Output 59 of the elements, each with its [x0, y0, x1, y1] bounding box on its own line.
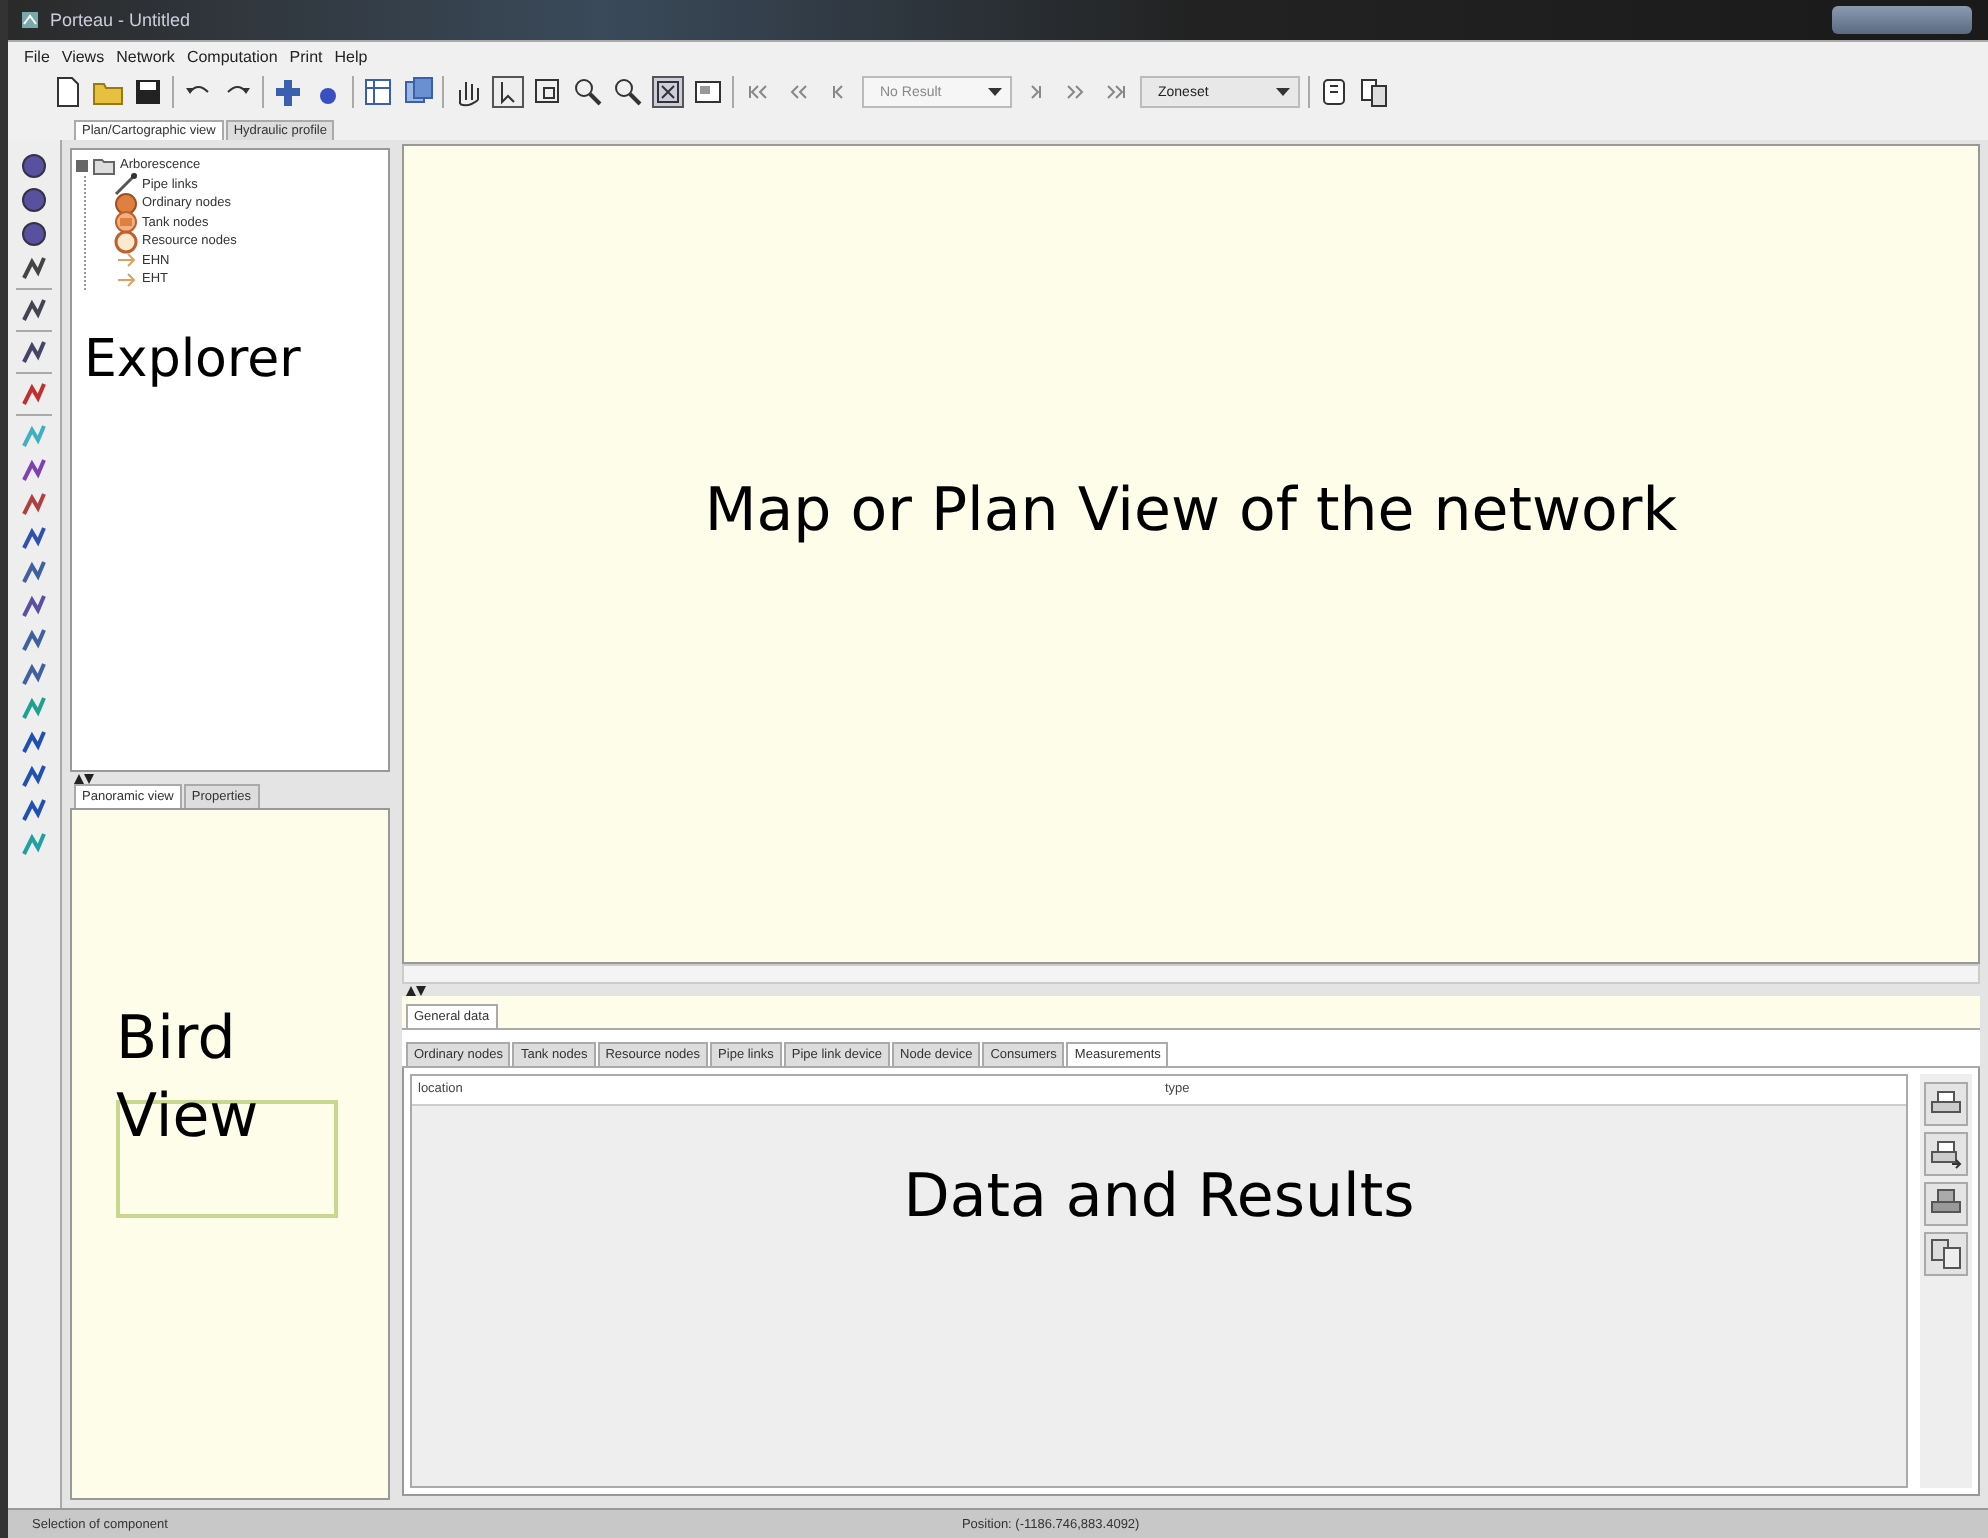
- menu-item[interactable]: Network: [116, 47, 175, 65]
- network-tool-icon[interactable]: [20, 728, 48, 756]
- zoom-box-icon[interactable]: [532, 76, 564, 108]
- explorer-label: Explorer: [84, 329, 301, 389]
- new-file-icon[interactable]: [52, 76, 84, 108]
- network-tool-icon[interactable]: [20, 380, 48, 408]
- folder-icon: [92, 153, 116, 178]
- printer-button[interactable]: [1924, 1182, 1968, 1226]
- frame-icon[interactable]: [692, 76, 724, 108]
- data-results-label: Data and Results: [903, 1162, 1415, 1236]
- network-tool-icon[interactable]: [20, 660, 48, 688]
- dropdown-arrow-icon[interactable]: [1276, 88, 1290, 96]
- network-tool-icon[interactable]: [20, 592, 48, 620]
- app-icon: [20, 10, 40, 30]
- bird-view-label: Bird View: [116, 1002, 261, 1156]
- pages-icon[interactable]: [1358, 76, 1390, 108]
- splitter-arrows-icon[interactable]: [74, 773, 94, 783]
- save-icon[interactable]: [132, 76, 164, 108]
- pointer-icon[interactable]: [492, 76, 524, 108]
- menu-item[interactable]: File: [24, 47, 50, 65]
- node-tool-icon[interactable]: [20, 186, 48, 214]
- network-tool-icon[interactable]: [20, 456, 48, 484]
- menu-item[interactable]: Views: [61, 47, 105, 65]
- printer-arrow-icon: [1928, 1136, 1964, 1172]
- network-tool-icon[interactable]: [20, 796, 48, 824]
- ring-icon: [114, 229, 138, 254]
- arrow-icon: [114, 267, 138, 292]
- network-tool-icon[interactable]: [20, 558, 48, 586]
- splitter-arrows-icon[interactable]: [406, 985, 426, 995]
- copy-button[interactable]: [1924, 1232, 1968, 1276]
- network-tool-icon[interactable]: [20, 762, 48, 790]
- collapse-toggle[interactable]: [76, 159, 88, 172]
- network-tool-icon[interactable]: [20, 490, 48, 518]
- network-tool-icon[interactable]: [20, 296, 48, 324]
- printer-button[interactable]: [1924, 1082, 1968, 1126]
- printer-arrow-button[interactable]: [1924, 1132, 1968, 1176]
- network-tool-icon[interactable]: [20, 626, 48, 654]
- map-view[interactable]: Map or Plan View of the network: [402, 144, 1980, 964]
- network-tool-icon[interactable]: [20, 254, 48, 282]
- horizontal-scrollbar[interactable]: [402, 964, 1980, 984]
- tank-icon: [114, 210, 138, 235]
- zoom-in-icon[interactable]: [572, 76, 604, 108]
- network-tool-icon[interactable]: [20, 338, 48, 366]
- menu-item[interactable]: Computation: [186, 47, 278, 65]
- window-title: Porteau - Untitled: [50, 10, 191, 30]
- table-icon[interactable]: [362, 76, 394, 108]
- zoom-extent-icon[interactable]: [652, 76, 684, 108]
- node-tool-icon[interactable]: [20, 220, 48, 248]
- copy-icon: [1928, 1236, 1964, 1272]
- menu-item[interactable]: Help: [334, 47, 368, 65]
- menu-item[interactable]: Print: [289, 47, 323, 65]
- node-tool-icon[interactable]: [20, 152, 48, 180]
- pipe-icon: [114, 172, 138, 197]
- windows-icon[interactable]: [402, 76, 434, 108]
- zoom-out-icon[interactable]: [612, 76, 644, 108]
- map-view-label: Map or Plan View of the network: [704, 476, 1678, 550]
- dropdown-arrow-icon[interactable]: [988, 88, 1002, 96]
- network-tool-icon[interactable]: [20, 524, 48, 552]
- node-icon: [114, 191, 138, 216]
